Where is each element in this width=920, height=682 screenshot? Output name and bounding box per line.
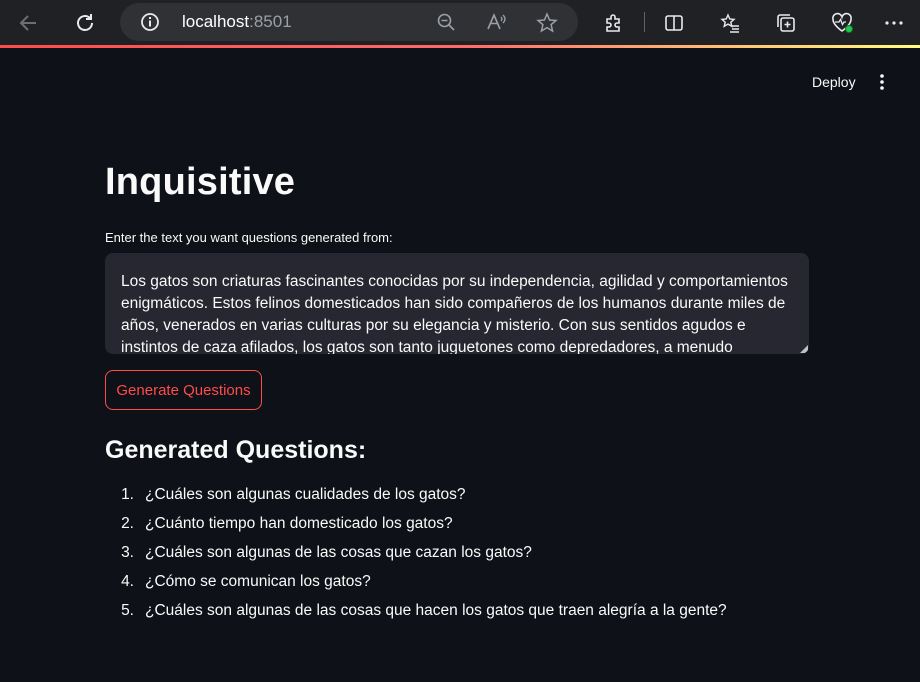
zoom-out-icon[interactable] <box>436 12 456 37</box>
favorites-button[interactable] <box>716 9 744 37</box>
text-input-label: Enter the text you want questions genera… <box>105 230 393 245</box>
list-item-number: 2. <box>121 515 134 532</box>
favorites-list-icon <box>720 13 739 33</box>
browser-toolbar: localhost:8501 <box>0 0 920 46</box>
settings-more-button[interactable] <box>880 9 908 37</box>
results-heading: Generated Questions: <box>105 436 367 464</box>
refresh-button[interactable] <box>70 8 100 38</box>
site-info-icon[interactable] <box>140 12 160 37</box>
list-item-text: ¿Cuánto tiempo han domesticado los gatos… <box>145 515 453 532</box>
list-item-text: ¿Cuáles son algunas de las cosas que caz… <box>145 544 532 561</box>
address-bar[interactable]: localhost:8501 <box>120 3 578 41</box>
list-item-text: ¿Cuáles son algunas de las cosas que hac… <box>145 602 727 619</box>
list-item: 3. ¿Cuáles son algunas de las cosas que c… <box>105 544 727 573</box>
generate-questions-button[interactable]: Generate Questions <box>105 370 262 410</box>
url-text: localhost:8501 <box>182 12 292 32</box>
list-item-number: 1. <box>121 486 134 503</box>
split-screen-button[interactable] <box>660 9 688 37</box>
url-host: localhost <box>182 12 250 31</box>
list-item: 1. ¿Cuáles son algunas cualidades de los … <box>105 486 727 515</box>
resize-handle-icon[interactable] <box>800 345 808 353</box>
collections-button[interactable] <box>772 9 800 37</box>
source-text-value[interactable]: Los gatos son criaturas fascinantes cono… <box>121 271 791 354</box>
split-screen-icon <box>665 15 683 31</box>
list-item-text: ¿Cuáles son algunas cualidades de los ga… <box>145 486 466 503</box>
page-title: Inquisitive <box>105 161 296 203</box>
app-main: Deploy Inquisitive Enter the text you wa… <box>0 48 920 682</box>
toolbar-divider <box>644 12 645 32</box>
list-item: 5. ¿Cuáles son algunas de las cosas que h… <box>105 602 727 631</box>
read-aloud-icon[interactable] <box>486 12 508 37</box>
more-horizontal-icon <box>885 21 903 25</box>
list-item: 4. ¿Cómo se comunican los gatos? <box>105 573 727 602</box>
arrow-left-icon <box>19 15 36 31</box>
puzzle-icon <box>606 14 620 32</box>
list-item-number: 4. <box>121 573 134 590</box>
source-text-area[interactable]: Los gatos son criaturas fascinantes cono… <box>105 253 809 354</box>
questions-list: 1. ¿Cuáles son algunas cualidades de los … <box>105 486 727 631</box>
main-menu-button[interactable] <box>870 72 894 92</box>
list-item-text: ¿Cómo se comunican los gatos? <box>145 573 371 590</box>
list-item: 2. ¿Cuánto tiempo han domesticado los gat… <box>105 515 727 544</box>
browser-essentials-button[interactable] <box>828 9 856 37</box>
list-item-number: 5. <box>121 602 134 619</box>
deploy-button[interactable]: Deploy <box>800 70 868 94</box>
url-port: :8501 <box>249 12 292 31</box>
extensions-button[interactable] <box>600 9 628 37</box>
more-vertical-icon <box>880 74 884 90</box>
heart-pulse-icon <box>832 12 853 33</box>
favorite-star-icon[interactable] <box>536 12 558 39</box>
back-button[interactable] <box>14 8 44 38</box>
collections-icon <box>777 14 795 32</box>
refresh-icon <box>77 14 93 31</box>
list-item-number: 3. <box>121 544 134 561</box>
